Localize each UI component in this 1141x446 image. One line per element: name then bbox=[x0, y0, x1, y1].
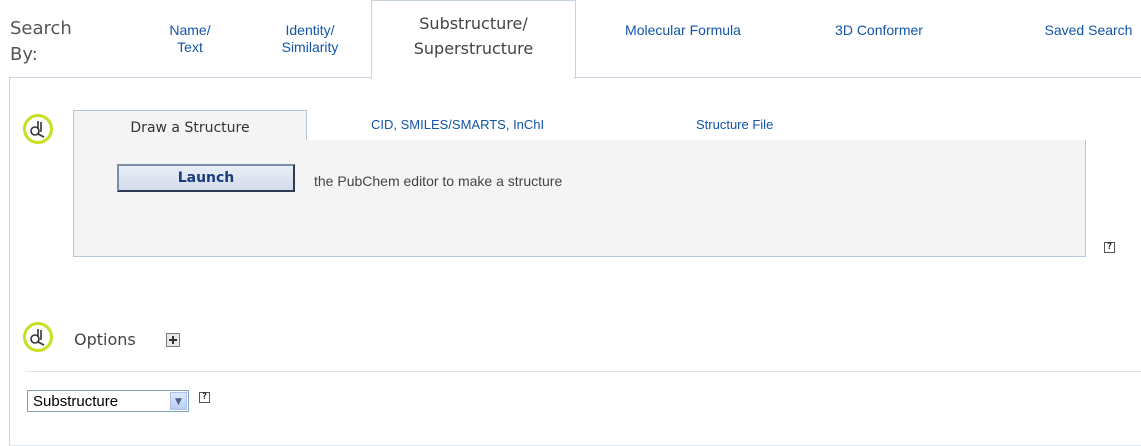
tab-molecular-formula-label: Molecular Formula bbox=[625, 22, 741, 38]
tabbar-divider-left bbox=[9, 77, 371, 78]
tab-name-text-line1: Name/ bbox=[169, 22, 211, 38]
tab-substructure-superstructure[interactable]: Substructure/ Superstructure bbox=[371, 0, 576, 79]
subtab-structure-file[interactable]: Structure File bbox=[696, 117, 773, 132]
tab-3d-conformer-label: 3D Conformer bbox=[835, 22, 923, 38]
tab-name-text[interactable]: Name/ Text bbox=[160, 22, 220, 56]
structure-help-icon[interactable]: ? bbox=[1104, 242, 1115, 253]
launch-button[interactable]: Launch bbox=[117, 164, 295, 192]
search-type-selected-value: Substructure bbox=[33, 393, 119, 410]
tab-substructure-line2: Superstructure bbox=[413, 39, 534, 58]
chevron-down-icon[interactable]: ▼ bbox=[170, 392, 187, 410]
structure-search-icon bbox=[23, 114, 53, 144]
expand-options-plus-icon[interactable] bbox=[166, 333, 180, 347]
options-help-icon[interactable]: ? bbox=[199, 392, 210, 403]
search-tabs: Name/ Text Identity/ Similarity Substruc… bbox=[0, 0, 1141, 79]
tab-identity-line1: Identity/ bbox=[285, 22, 335, 38]
subtab-draw-structure[interactable]: Draw a Structure bbox=[73, 110, 307, 142]
options-divider bbox=[25, 371, 1141, 372]
tabbar-divider-right bbox=[574, 77, 1141, 78]
tab-name-text-line2: Text bbox=[177, 39, 203, 55]
tab-molecular-formula[interactable]: Molecular Formula bbox=[598, 22, 768, 39]
draw-structure-panel bbox=[73, 140, 1086, 257]
tab-saved-search[interactable]: Saved Search bbox=[1036, 22, 1141, 39]
subtab-cid-smiles-inchi[interactable]: CID, SMILES/SMARTS, InChI bbox=[371, 117, 544, 132]
tab-identity-similarity[interactable]: Identity/ Similarity bbox=[264, 22, 356, 56]
options-label: Options bbox=[74, 330, 136, 349]
tab-substructure-line1: Substructure/ bbox=[419, 14, 528, 33]
tab-3d-conformer[interactable]: 3D Conformer bbox=[826, 22, 932, 39]
tab-saved-search-label: Saved Search bbox=[1044, 22, 1133, 38]
tab-identity-line2: Similarity bbox=[281, 39, 339, 55]
search-type-select[interactable]: Substructure ▼ bbox=[27, 390, 189, 412]
panel-border bbox=[9, 78, 10, 446]
options-search-icon bbox=[23, 322, 53, 352]
launch-description: the PubChem editor to make a structure bbox=[314, 173, 563, 189]
